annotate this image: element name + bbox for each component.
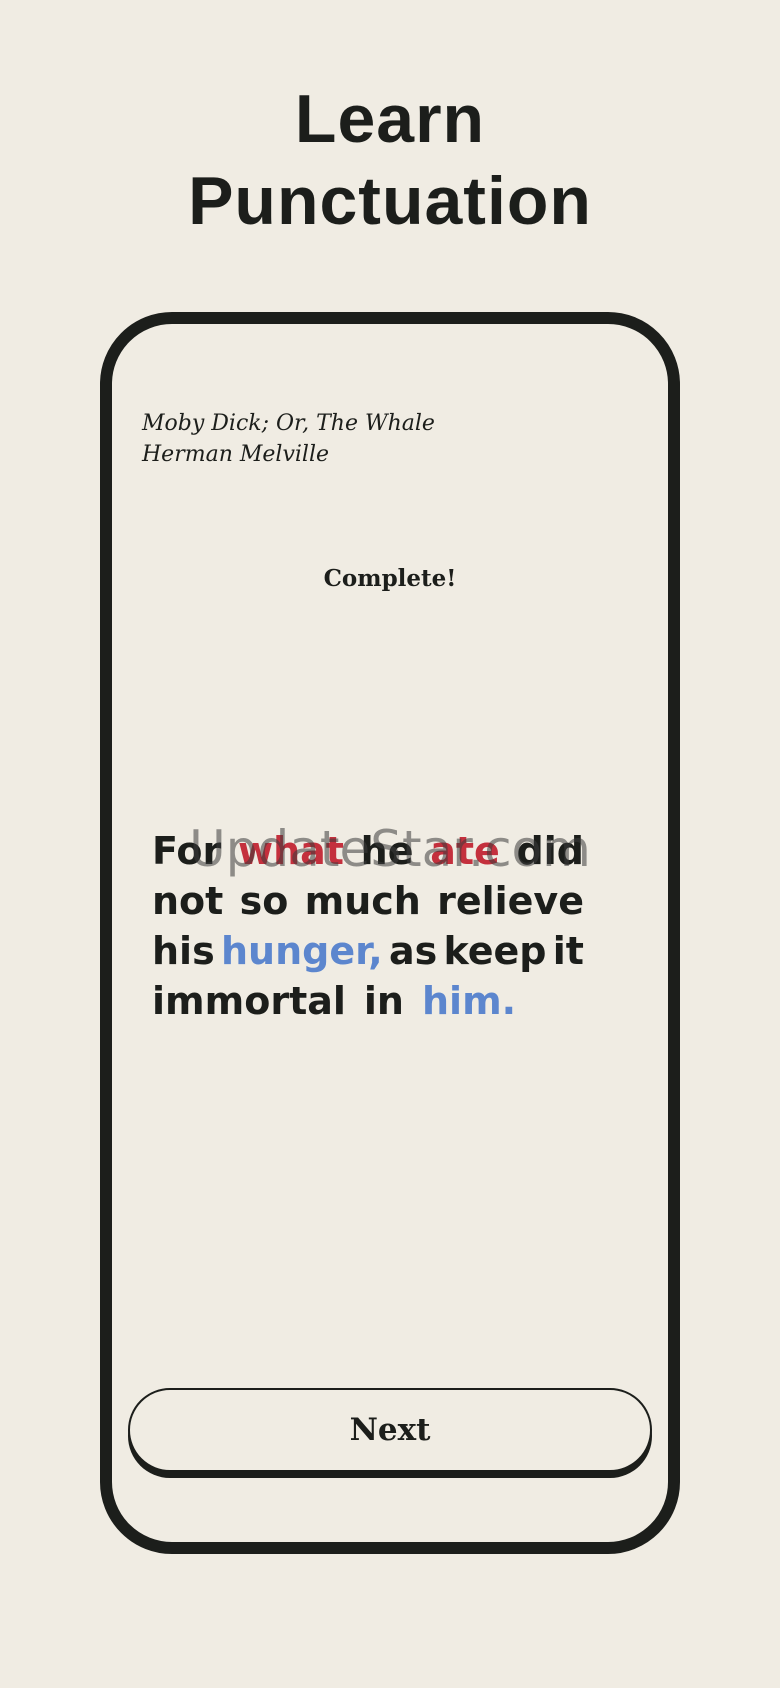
quote-line: not so much relieve [152,876,584,926]
quote-word[interactable]: as [389,926,437,976]
page-title-line-2: Punctuation [188,163,592,239]
quote-word[interactable]: keep [444,926,547,976]
quote-word-error[interactable]: ate [430,826,500,876]
book-info: Moby Dick; Or, The Whale Herman Melville [142,408,435,470]
quote-word-error[interactable]: what [238,826,344,876]
quote-word[interactable]: immortal [152,976,346,1026]
quote-line: For what he ate did [152,826,584,876]
quote-passage: For what he ate did not so much relieve his hunger… [152,826,584,1026]
quote-line: his hunger, as keep it [152,926,584,976]
quote-word[interactable]: his [152,926,215,976]
page-title: Learn Punctuation [0,78,780,242]
completion-status: Complete! [323,565,457,592]
quote-line: immortal in him. [152,976,584,1026]
book-title: Moby Dick; Or, The Whale [142,411,435,436]
quote-word[interactable]: much [305,876,421,926]
quote-word[interactable]: it [553,926,584,976]
quote-word[interactable]: not [152,876,223,926]
quote-word[interactable]: did [517,826,584,876]
quote-word[interactable]: in [364,976,404,1026]
page-title-line-1: Learn [294,81,486,157]
next-button[interactable]: Next [128,1388,652,1472]
quote-word[interactable]: For [152,826,221,876]
quote-word[interactable]: so [240,876,289,926]
quote-word-correct[interactable]: hunger, [221,926,383,976]
quote-word-correct[interactable]: him. [422,976,516,1026]
quote-word[interactable]: relieve [437,876,584,926]
book-author: Herman Melville [142,442,329,467]
quote-word[interactable]: he [361,826,414,876]
